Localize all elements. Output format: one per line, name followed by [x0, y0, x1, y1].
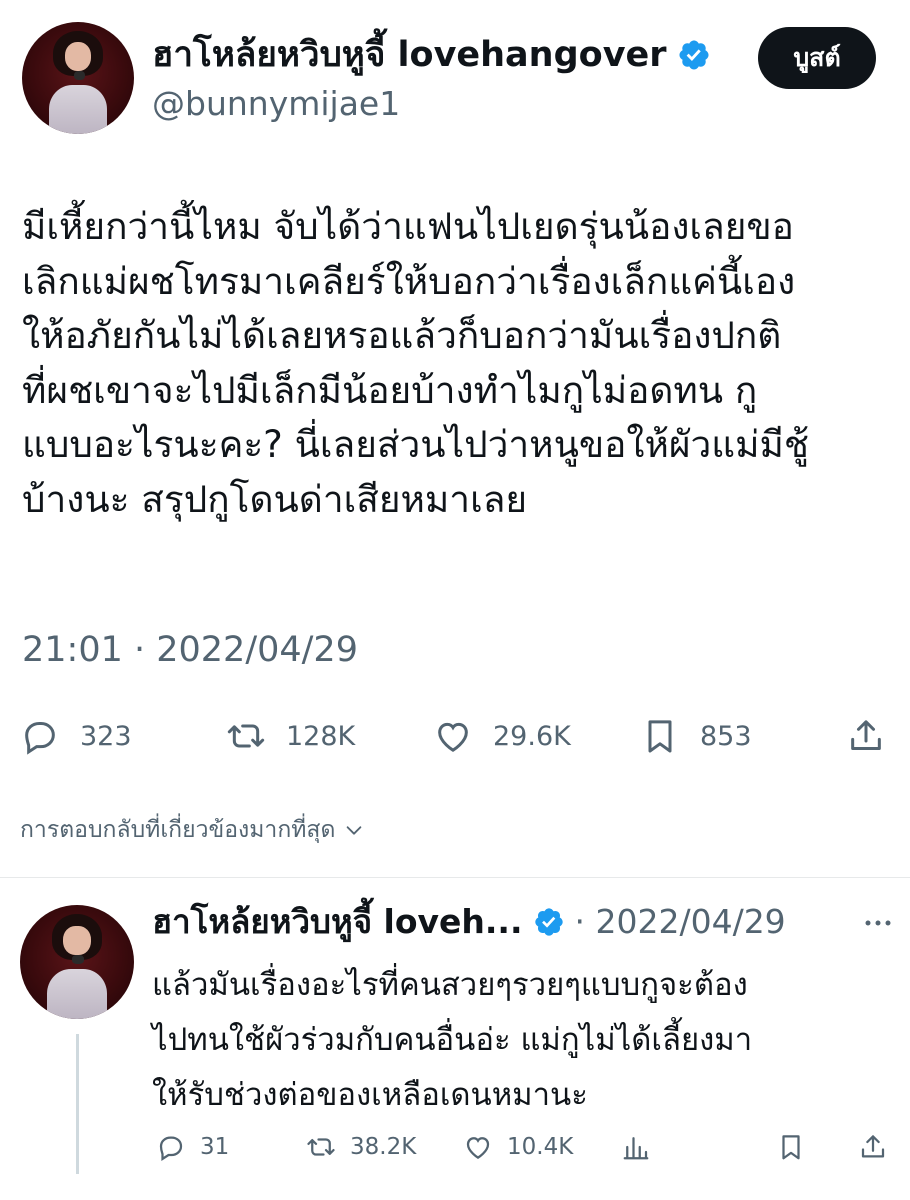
more-icon[interactable]: [860, 913, 896, 933]
analytics-icon: [623, 1137, 649, 1160]
reply-reply-button[interactable]: 31: [156, 1124, 229, 1170]
author-handle[interactable]: @bunnymijae1: [152, 82, 400, 126]
reply-bookmark-button[interactable]: [776, 1124, 806, 1170]
like-count: 29.6K: [493, 720, 571, 752]
reply-sort-selector[interactable]: การตอบกลับที่เกี่ยวข้องมากที่สุด: [20, 812, 365, 848]
share-button[interactable]: [846, 708, 886, 764]
tweet-text-line: แบบอะไรนะคะ? นี่เลยส่วนไปว่าหนูขอให้ผัวแ…: [22, 423, 810, 466]
reply-text-line: ให้รับช่วงต่อของเหลือเดนหมานะ: [152, 1077, 588, 1113]
reply-action-bar: 31 38.2K 10.4K: [0, 1124, 910, 1170]
share-icon: [851, 720, 881, 750]
reply-bubble-icon: [159, 1136, 183, 1161]
chevron-down-icon: [347, 826, 362, 835]
reply-share-button[interactable]: [858, 1124, 888, 1170]
repost-icon: [307, 1138, 335, 1156]
boost-button[interactable]: บูสต์: [758, 27, 876, 89]
reply-repost-button[interactable]: 38.2K: [306, 1124, 416, 1170]
verified-badge-icon: [678, 40, 709, 70]
bookmark-icon: [782, 1135, 800, 1160]
reply-bubble-icon: [25, 722, 55, 755]
author-name-row[interactable]: ฮาโหล้ยหวิบหูจี้ lovehangover: [152, 32, 711, 78]
reply-reply-count: 31: [200, 1134, 230, 1160]
reply-button[interactable]: 323: [20, 708, 132, 764]
reply-display-name[interactable]: ฮาโหล้ยหวิบหูจี้ loveh...: [152, 900, 523, 944]
tweet-text-line: บ้างนะ สรุปกูโดนด่าเสียหมาเลย: [22, 477, 528, 521]
tweet-timestamp[interactable]: 21:01 · 2022/04/29: [22, 626, 358, 674]
tweet-text: มีเหี้ยกว่านี้ไหม จับได้ว่าแฟนไปเยดรุ่นน…: [22, 200, 892, 527]
reply-count: 323: [80, 720, 132, 752]
reply-header: ฮาโหล้ยหวิบหูจี้ loveh... · 2022/04/29: [152, 900, 786, 944]
share-icon: [861, 1135, 885, 1158]
reply-date[interactable]: · 2022/04/29: [575, 900, 786, 944]
reply-text-line: ไปทนใช้ผัวร่วมกับคนอื่นอ่ะ แม่กูไม่ได้เล…: [152, 1022, 753, 1058]
bookmark-icon: [648, 720, 672, 753]
reply-repost-count: 38.2K: [350, 1134, 417, 1160]
display-name[interactable]: ฮาโหล้ยหวิบหูจี้ lovehangover: [152, 32, 667, 78]
heart-icon: [438, 722, 468, 752]
tweet-text-line: เลิกแม่ผชโทรมาเคลียร์ให้บอกว่าเรื่องเล็ก…: [22, 259, 796, 303]
repost-button[interactable]: 128K: [226, 708, 355, 764]
reply-like-button[interactable]: 10.4K: [463, 1124, 573, 1170]
heart-icon: [466, 1137, 490, 1159]
verified-badge-icon: [534, 908, 563, 936]
tweet-text-line: ให้อภัยกันไม่ได้เลยหรอแล้วก็บอกว่ามันเรื…: [22, 314, 782, 357]
reply-text-line: แล้วมันเรื่องอะไรที่คนสวยๆรวยๆแบบกูจะต้อ…: [152, 967, 748, 1003]
tweet-text-line: ที่ผชเขาจะไปมีเล็กมีน้อยบ้างทำไมกูไม่อดท…: [22, 368, 758, 412]
tweet-action-bar: 323 128K 29.6K 853: [0, 708, 910, 764]
reply-like-count: 10.4K: [507, 1134, 574, 1160]
bookmark-count: 853: [700, 720, 752, 752]
repost-icon: [227, 724, 265, 748]
reply-text: แล้วมันเรื่องอะไรที่คนสวยๆรวยๆแบบกูจะต้อ…: [152, 958, 892, 1123]
reply-avatar[interactable]: [20, 905, 134, 1019]
reply-views-button[interactable]: [621, 1124, 651, 1170]
repost-count: 128K: [286, 720, 356, 752]
divider: [0, 877, 910, 878]
avatar[interactable]: [22, 22, 134, 134]
reply-sort-label: การตอบกลับที่เกี่ยวข้องมากที่สุด: [20, 817, 336, 843]
bookmark-button[interactable]: 853: [640, 708, 752, 764]
like-button[interactable]: 29.6K: [433, 708, 571, 764]
tweet-text-line: มีเหี้ยกว่านี้ไหม จับได้ว่าแฟนไปเยดรุ่นน…: [22, 205, 794, 248]
